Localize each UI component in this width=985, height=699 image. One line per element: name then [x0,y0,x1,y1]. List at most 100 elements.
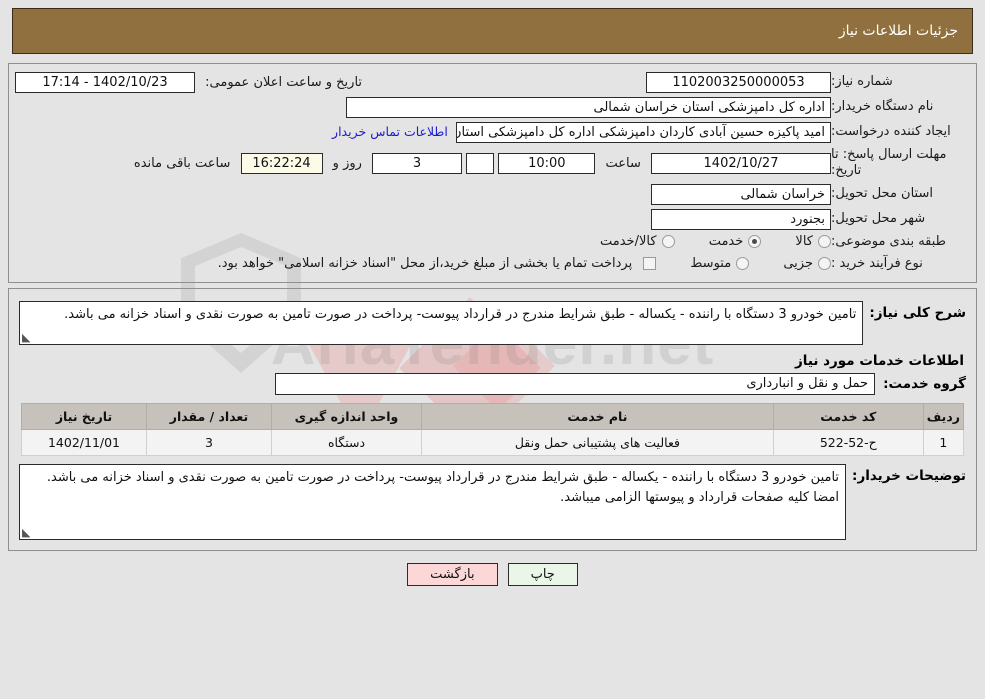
category-option-kala-khedmat-label: کالا/خدمت [600,233,657,249]
category-label: طبقه بندی موضوعی: [831,234,947,250]
need-number-field[interactable]: 1102003250000053 [646,72,831,93]
services-table-header-row: ردیف کد خدمت نام خدمت واحد اندازه گیری ت… [21,402,965,430]
city-field[interactable]: بجنورد [651,208,831,230]
row-category: طبقه بندی موضوعی: کالا خدمت کالا/خدمت [9,232,976,254]
creator-label: ایجاد کننده درخواست: [831,124,951,140]
row-need-number: شماره نیاز: 1102003250000053 تاریخ و ساع… [9,70,976,95]
process-option-jozii-label: جزیی [783,255,813,271]
process-option-motavaset[interactable]: متوسط [690,255,750,271]
province-field[interactable]: خراسان شمالی [651,183,831,205]
radio-motavaset-icon[interactable] [736,256,750,270]
buyer-org-field[interactable]: اداره کل دامپزشکی استان خراسان شمالی [346,97,831,118]
row-creator: ایجاد کننده درخواست: امید پاکیزه حسین آب… [9,120,976,145]
col-header-code: کد خدمت [772,402,924,430]
service-group-label: گروه خدمت: [883,375,966,392]
buyer-org-cell: اداره کل دامپزشکی استان خراسان شمالی [9,95,831,120]
general-description-row: شرح کلی نیاز: تامین خودرو 3 دستگاه با را… [9,297,976,347]
general-description-label: شرح کلی نیاز: [869,304,966,321]
row-buyer-org: نام دستگاه خریدار: اداره کل دامپزشکی است… [9,95,976,120]
deadline-cell: 1402/10/27 ساعت 10:00 3 روز و 16:22:24 س… [9,145,831,182]
cell-unit: دستگاه [271,428,422,456]
services-section-heading: اطلاعات خدمات مورد نیاز [794,352,964,369]
announce-cell: تاریخ و ساعت اعلان عمومی: 1402/10/23 - 1… [9,70,551,95]
process-type-label: نوع فرآیند خرید : [831,256,923,272]
page-root: جزئیات اطلاعات نیاز شماره نیاز: 11020032… [0,8,985,596]
page-title-bar: جزئیات اطلاعات نیاز [12,8,973,54]
creator-field[interactable]: امید پاکیزه حسین آبادی کاردان دامپزشکی ا… [456,122,831,143]
print-button[interactable]: چاپ [507,562,578,586]
process-type-cell: جزیی متوسط پرداخت تمام یا بخشی از مبلغ خ… [9,254,831,276]
col-header-name: نام خدمت [421,402,774,430]
cell-qty: 3 [146,428,272,456]
resize-grip-icon-2[interactable]: ◢ [22,526,32,539]
deadline-countdown-field[interactable]: 16:22:24 [240,152,323,174]
services-table-body: 1 ح-52-522 فعالیت های پشتیبانی حمل ونقل … [21,428,965,456]
treasury-docs-option[interactable]: پرداخت تمام یا بخشی از مبلغ خرید،از محل … [218,256,657,271]
services-panel: شرح کلی نیاز: تامین خودرو 3 دستگاه با را… [8,287,977,551]
cell-radif: 1 [922,428,965,456]
province-label: استان محل تحویل: [831,185,933,201]
category-option-kala[interactable]: کالا [795,234,831,249]
buyer-notes-label: توضیحات خریدار: [852,467,966,484]
col-header-radif: ردیف [922,402,965,430]
process-option-jozii[interactable]: جزیی [783,256,831,271]
table-row: 1 ح-52-522 فعالیت های پشتیبانی حمل ونقل … [21,428,965,456]
action-button-bar: بازگشت چاپ [0,551,985,596]
col-header-qty: تعداد / مقدار [146,402,272,430]
row-city: شهر محل تحویل: بجنورد [9,207,976,232]
back-button[interactable]: بازگشت [407,562,498,586]
services-table-wrap: ردیف کد خدمت نام خدمت واحد اندازه گیری ت… [9,401,976,460]
need-number-cell: 1102003250000053 [551,70,831,95]
resize-grip-icon[interactable]: ◢ [22,331,32,344]
radio-kala-khedmat-icon[interactable] [661,234,675,248]
announce-datetime-label: تاریخ و ساعت اعلان عمومی: [205,75,363,90]
deadline-date-field[interactable]: 1402/10/27 [651,152,831,174]
need-info-form: شماره نیاز: 1102003250000053 تاریخ و ساع… [9,70,976,276]
need-info-panel: شماره نیاز: 1102003250000053 تاریخ و ساع… [8,63,977,283]
deadline-days-field[interactable]: 3 [372,152,463,174]
service-group-field[interactable]: حمل و نقل و انبارداری [275,372,876,395]
deadline-days-label: روز و [332,155,362,171]
row-process-type: نوع فرآیند خرید : جزیی متوسط پرداخت تمام… [9,254,976,276]
category-cell: کالا خدمت کالا/خدمت [9,232,831,254]
deadline-time-field[interactable]: 10:00 [498,152,596,174]
buyer-notes-value: تامین خودرو 3 دستگاه با راننده - یکساله … [46,469,840,505]
announce-datetime-field[interactable]: 1402/10/23 - 17:14 [15,72,195,93]
province-cell: خراسان شمالی [9,182,831,207]
col-header-unit: واحد اندازه گیری [271,402,422,430]
deadline-countdown-label: ساعت باقی مانده [133,155,231,171]
category-option-kala-label: کالا [795,233,813,249]
services-table-head: ردیف کد خدمت نام خدمت واحد اندازه گیری ت… [21,402,965,430]
services-table: ردیف کد خدمت نام خدمت واحد اندازه گیری ت… [21,402,965,456]
treasury-docs-checkbox[interactable] [643,256,657,270]
buyer-notes-textarea[interactable]: تامین خودرو 3 دستگاه با راننده - یکساله … [19,463,847,540]
page-title: جزئیات اطلاعات نیاز [838,23,958,39]
cell-code: ح-52-522 [772,428,924,456]
col-header-date: تاریخ نیاز [21,402,147,430]
category-option-kala-khedmat[interactable]: کالا/خدمت [600,234,675,249]
deadline-label: مهلت ارسال پاسخ: تا تاریخ: [831,147,947,179]
city-label: شهر محل تحویل: [831,210,926,226]
cell-date: 1402/11/01 [21,428,147,456]
creator-cell: امید پاکیزه حسین آبادی کاردان دامپزشکی ا… [9,120,831,145]
row-deadline: مهلت ارسال پاسخ: تا تاریخ: 1402/10/27 سا… [9,145,976,182]
treasury-note-label: پرداخت تمام یا بخشی از مبلغ خرید،از محل … [217,255,633,271]
city-cell: بجنورد [9,207,831,232]
radio-khedmat-icon[interactable] [748,234,762,248]
radio-jozii-icon[interactable] [818,256,831,270]
process-option-motavaset-label: متوسط [690,255,732,271]
buyer-notes-row: توضیحات خریدار: تامین خودرو 3 دستگاه با … [9,460,976,542]
general-description-value: تامین خودرو 3 دستگاه با راننده - یکساله … [64,306,857,322]
category-option-khedmat-label: خدمت [708,233,744,249]
need-number-label: شماره نیاز: [831,74,893,90]
row-province: استان محل تحویل: خراسان شمالی [9,182,976,207]
general-description-textarea[interactable]: تامین خودرو 3 دستگاه با راننده - یکساله … [19,300,864,345]
cell-name: فعالیت های پشتیبانی حمل ونقل [421,428,774,456]
buyer-org-label: نام دستگاه خریدار: [831,99,934,115]
category-option-khedmat[interactable]: خدمت [709,234,762,249]
buyer-contact-link[interactable]: اطلاعات تماس خریدار [332,124,452,139]
radio-kala-icon[interactable] [818,234,831,248]
deadline-time-label: ساعت [605,155,641,171]
service-group-row: گروه خدمت: حمل و نقل و انبارداری [9,371,976,401]
deadline-blank-field[interactable] [466,152,495,174]
